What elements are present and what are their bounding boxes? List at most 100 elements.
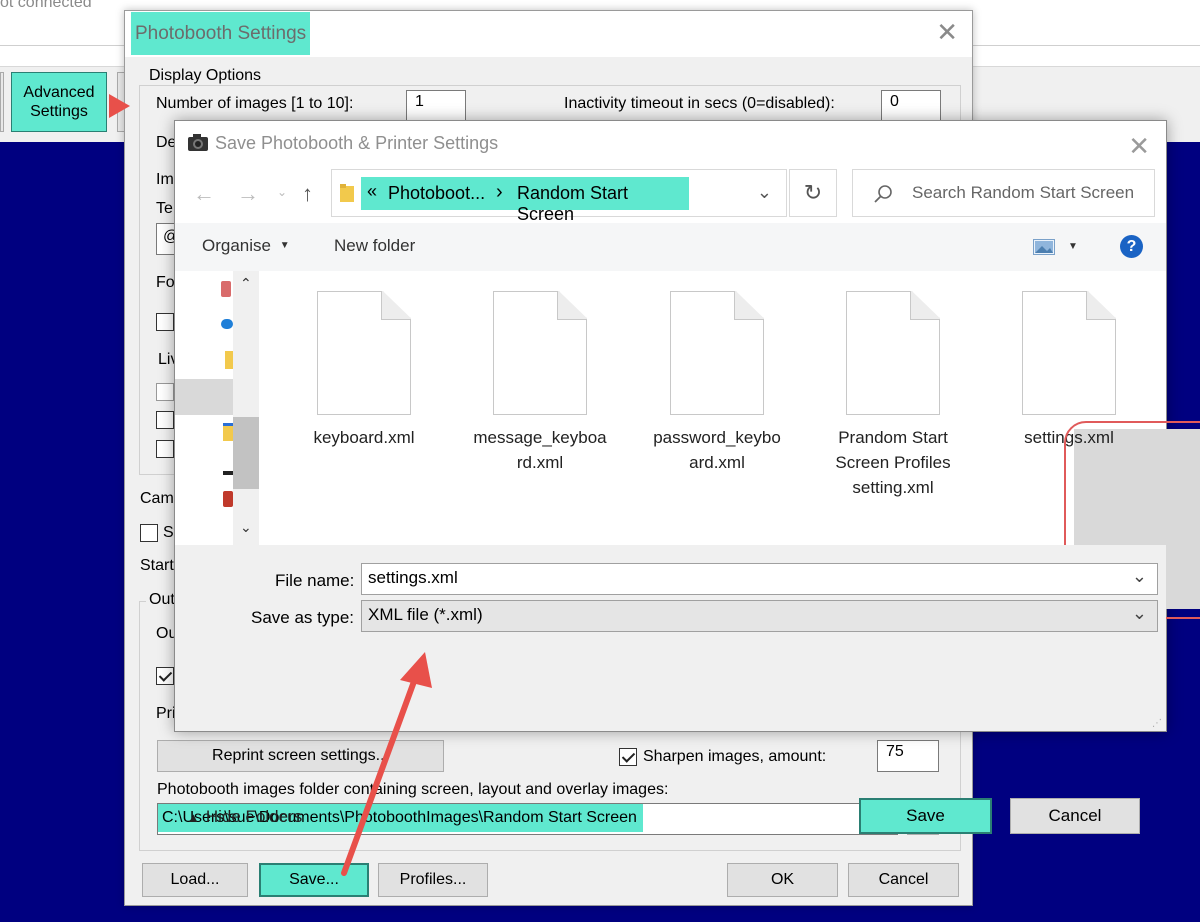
save-type-label: Save as type: (251, 608, 355, 627)
scroll-thumb[interactable] (233, 417, 259, 489)
num-images-label: Number of images [1 to 10]: (156, 95, 354, 112)
connection-status: ot connected (0, 0, 92, 11)
quick-access-icon[interactable] (221, 281, 231, 297)
document-icon (1022, 291, 1116, 415)
camera-icon (188, 134, 208, 151)
organise-menu[interactable]: Organise ▼ (202, 236, 290, 256)
document-icon (670, 291, 764, 415)
checkbox-partial[interactable] (156, 383, 174, 401)
num-images-input[interactable]: 1 (406, 90, 466, 122)
hide-folders-button[interactable]: ▲ Hide Folders (187, 807, 302, 827)
search-placeholder: Search Random Start Screen (912, 183, 1135, 202)
ok-button[interactable]: OK (727, 863, 838, 897)
cancel-save-button[interactable]: Cancel (1010, 798, 1140, 834)
network-icon[interactable] (223, 491, 233, 507)
file-item[interactable]: keyboard.xml (289, 291, 439, 450)
chevron-down-icon[interactable]: ⌄ (1132, 603, 1147, 624)
toolbar-button-partial[interactable] (0, 72, 4, 132)
breadcrumb-parent[interactable]: Photoboot... (388, 183, 485, 204)
save-settings-button[interactable]: Save... (259, 863, 369, 897)
file-name: Prandom Start (838, 428, 948, 447)
save-file-button[interactable]: Save (859, 798, 992, 834)
address-dropdown-icon[interactable]: ⌄ (757, 182, 772, 203)
dropdown-caret-icon: ▼ (279, 240, 290, 251)
recent-chevron-icon[interactable]: ⌄ (277, 185, 287, 199)
file-name-label: File name: (275, 571, 355, 590)
onedrive-icon[interactable] (221, 319, 233, 329)
forward-arrow-icon[interactable]: → (237, 181, 259, 207)
reprint-screen-settings-button[interactable]: Reprint screen settings... (157, 740, 444, 772)
folder-icon[interactable] (223, 423, 233, 441)
checkbox-partial[interactable] (156, 440, 174, 458)
breadcrumb: « Photoboot... › Random Start Screen (361, 177, 689, 224)
file-item[interactable]: message_keyboa rd.xml (465, 291, 615, 475)
file-name-input[interactable]: settings.xml ⌄ (361, 563, 1158, 595)
resize-grip-icon[interactable]: ⋰ (1152, 718, 1162, 729)
refresh-icon[interactable]: ↻ (789, 169, 837, 217)
folder-icon (340, 184, 354, 202)
help-icon[interactable]: ? (1120, 235, 1143, 258)
sharpen-checkbox[interactable] (619, 748, 637, 766)
file-name: rd.xml (516, 453, 564, 472)
drive-icon[interactable] (223, 471, 233, 475)
document-icon (846, 291, 940, 415)
chevron-up-icon: ▲ (187, 810, 200, 825)
save-dialog-titlebar: Save Photobooth & Printer Settings ✕ (175, 121, 1166, 167)
file-item[interactable]: password_keybo ard.xml (642, 291, 792, 475)
chevron-down-icon[interactable]: ⌄ (1132, 566, 1147, 587)
breadcrumb-overflow-icon[interactable]: « (367, 181, 377, 202)
file-name: setting.xml (852, 478, 934, 497)
sharpen-amount-input[interactable]: 75 (877, 740, 939, 772)
save-settings-dialog: Save Photobooth & Printer Settings ✕ ← →… (174, 120, 1200, 834)
save-type-value: XML file (*.xml) (368, 605, 483, 624)
start-label: Start (140, 557, 174, 574)
nav-item-selected[interactable] (175, 379, 233, 415)
checkbox-partial[interactable] (140, 524, 158, 542)
partial-label: Te (156, 200, 173, 217)
settings-dialog-title: Photobooth Settings (131, 12, 311, 55)
checkbox-partial[interactable] (156, 313, 174, 331)
images-folder-label: Photobooth images folder containing scre… (157, 781, 669, 798)
checkbox-partial[interactable] (156, 411, 174, 429)
command-bar: Organise ▼ New folder ▼ ? (175, 223, 1166, 271)
scroll-up-icon[interactable]: ⌃ (240, 275, 252, 292)
partial-label: Fo (156, 274, 175, 291)
save-options-panel: File name: settings.xml ⌄ Save as type: … (175, 545, 1166, 834)
partial-label: Pri (156, 705, 176, 722)
profiles-button[interactable]: Profiles... (378, 863, 488, 897)
inactivity-label: Inactivity timeout in secs (0=disabled): (564, 95, 835, 112)
advanced-settings-button[interactable]: Advanced Settings (11, 72, 107, 132)
scroll-down-icon[interactable]: ⌄ (240, 519, 252, 536)
view-dropdown-icon[interactable]: ▼ (1068, 241, 1078, 252)
display-options-label: Display Options (146, 67, 265, 85)
breadcrumb-separator-icon: › (496, 181, 503, 203)
close-icon[interactable]: ✕ (936, 19, 958, 45)
search-box[interactable]: Search Random Start Screen (852, 169, 1155, 217)
breadcrumb-current[interactable]: Random Start Screen (517, 183, 689, 225)
back-arrow-icon[interactable]: ← (193, 181, 215, 207)
search-icon (874, 185, 892, 203)
file-name: password_keybo (653, 428, 781, 447)
inactivity-input[interactable]: 0 (881, 90, 941, 122)
file-name: Screen Profiles (835, 453, 951, 472)
file-item[interactable]: Prandom Start Screen Profiles setting.xm… (818, 291, 968, 500)
load-button[interactable]: Load... (142, 863, 248, 897)
folder-icon[interactable] (225, 351, 233, 369)
save-type-select[interactable]: XML file (*.xml) ⌄ (361, 600, 1158, 632)
document-icon (317, 291, 411, 415)
nav-scrollbar[interactable]: ⌃ ⌄ (233, 271, 259, 545)
new-folder-button[interactable]: New folder (334, 236, 415, 256)
file-name: keyboard.xml (313, 428, 415, 447)
organise-label: Organise (202, 236, 271, 255)
document-icon (493, 291, 587, 415)
view-options-icon[interactable] (1033, 239, 1055, 255)
file-name: ard.xml (689, 453, 745, 472)
file-name: message_keyboa (473, 428, 607, 447)
up-arrow-icon[interactable]: ↑ (302, 181, 313, 207)
cancel-button[interactable]: Cancel (848, 863, 959, 897)
close-icon[interactable]: ✕ (1128, 131, 1150, 162)
checkbox-partial[interactable] (156, 667, 174, 685)
sharpen-label: Sharpen images, amount: (643, 748, 827, 765)
file-list: keyboard.xml message_keyboa rd.xml passw… (259, 271, 1200, 619)
save-dialog-title: Save Photobooth & Printer Settings (215, 133, 499, 153)
